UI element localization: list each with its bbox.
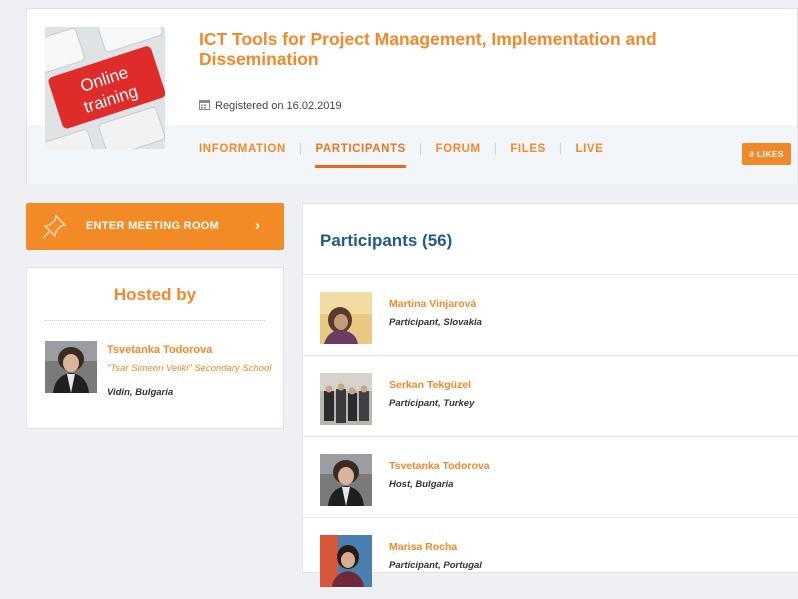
- enter-meeting-label: ENTER MEETING ROOM: [86, 220, 220, 232]
- host-avatar[interactable]: [45, 341, 97, 393]
- tab-forum[interactable]: FORUM: [436, 143, 481, 155]
- participants-heading: Participants (56): [320, 231, 453, 250]
- registered-label: Registered on 16.02.2019: [215, 100, 342, 112]
- hosted-by-title: Hosted by: [113, 285, 197, 304]
- dotted-divider: [45, 320, 265, 321]
- hosted-by-card: Hosted by Tsvetanka Todorova "Tsar Simeo…: [26, 267, 284, 429]
- participant-name[interactable]: Tsvetanka Todorova: [389, 460, 490, 472]
- tab-separator: |: [558, 143, 563, 155]
- participant-role: Participant, Portugal: [389, 560, 482, 571]
- participant-role: Participant, Slovakia: [389, 317, 482, 328]
- participant-row[interactable]: Marisa Rocha Participant, Portugal: [303, 518, 798, 599]
- chevron-right-icon: ›: [255, 217, 261, 234]
- host-school[interactable]: "Tsar Simeon Veliki" Secondary School: [107, 363, 272, 374]
- participant-role: Participant, Turkey: [389, 398, 475, 409]
- calendar-icon: [199, 99, 210, 113]
- participant-row[interactable]: Serkan Tekgüzel Participant, Turkey: [303, 356, 798, 437]
- tab-files[interactable]: FILES: [510, 143, 546, 155]
- participant-avatar[interactable]: [320, 454, 372, 506]
- tab-information[interactable]: INFORMATION: [199, 143, 286, 155]
- participant-avatar[interactable]: [320, 373, 372, 425]
- participant-row[interactable]: Tsvetanka Todorova Host, Bulgaria: [303, 437, 798, 518]
- tab-participants-wrap: PARTICIPANTS: [315, 143, 406, 168]
- participant-role: Host, Bulgaria: [389, 479, 454, 490]
- tab-separator: |: [298, 143, 303, 155]
- participant-avatar[interactable]: [320, 292, 372, 344]
- registration-info: Registered on 16.02.2019: [199, 99, 342, 113]
- course-tabs: INFORMATION | PARTICIPANTS | FORUM | FIL…: [199, 143, 604, 168]
- participant-row[interactable]: Martina Vinjarová Participant, Slovakia: [303, 275, 798, 356]
- tab-live[interactable]: LIVE: [576, 143, 604, 155]
- tab-participants[interactable]: PARTICIPANTS: [315, 143, 405, 155]
- participant-name[interactable]: Serkan Tekgüzel: [389, 379, 471, 391]
- participant-name[interactable]: Marisa Rocha: [389, 541, 457, 553]
- tab-separator: |: [418, 143, 423, 155]
- course-thumbnail: Online training: [45, 27, 165, 149]
- course-title: ICT Tools for Project Management, Implem…: [199, 29, 657, 69]
- participant-avatar[interactable]: [320, 535, 372, 587]
- participant-name[interactable]: Martina Vinjarová: [389, 298, 476, 310]
- course-header-card: Online training ICT Tools for Project Ma…: [26, 8, 798, 184]
- likes-button[interactable]: # LIKES: [742, 143, 791, 165]
- active-tab-underline: [315, 165, 406, 168]
- host-location: Vidin, Bulgaria: [107, 387, 174, 398]
- participants-panel: Participants (56) Martina Vinjarová Part…: [302, 203, 798, 587]
- host-name[interactable]: Tsvetanka Todorova: [107, 344, 212, 356]
- enter-meeting-room-button[interactable]: ENTER MEETING ROOM ›: [26, 203, 284, 250]
- tab-separator: |: [493, 143, 498, 155]
- pin-icon: [40, 213, 68, 244]
